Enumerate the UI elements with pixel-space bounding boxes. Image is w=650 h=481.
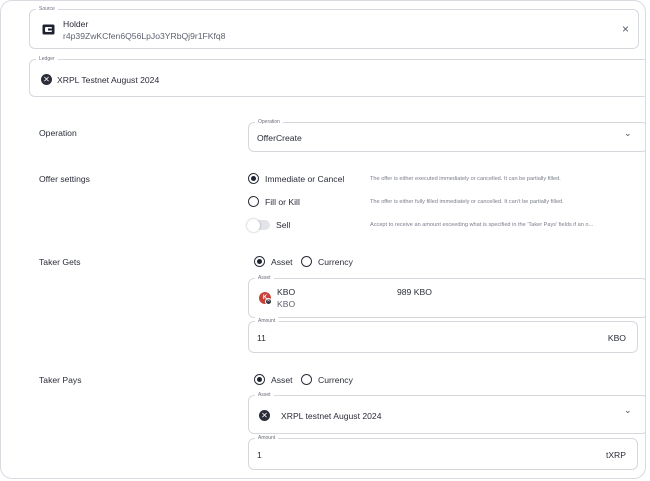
close-icon[interactable]: × (622, 22, 629, 36)
taker-pays-amount-value: 1 (257, 450, 262, 460)
wallet-icon (42, 24, 55, 35)
chevron-down-icon: ⌄ (624, 405, 632, 415)
taker-pays-amount-unit: tXRP (605, 450, 626, 460)
taker-gets-amount-legend: Amount (255, 317, 279, 325)
fill-or-kill-radio[interactable] (248, 196, 259, 207)
operation-value: OfferCreate (257, 133, 302, 143)
taker-gets-currency-label[interactable]: Currency (318, 257, 353, 267)
taker-pays-asset-legend: Asset (255, 391, 274, 399)
taker-gets-amount-input[interactable]: Amount 11 KBO (248, 317, 638, 353)
taker-gets-asset-select[interactable]: Asset K ✕ KBO KBO 989 KBO (248, 274, 645, 318)
taker-pays-asset-label[interactable]: Asset (271, 375, 293, 385)
xrpl-badge-icon: ✕ (265, 298, 272, 305)
sell-label: Sell (276, 220, 291, 230)
fill-or-kill-description: The offer is either fully filled immedia… (370, 199, 564, 205)
source-account-address: r4p39ZwKCfen6Q56LpJo3YRbQj9r1FKfq8 (63, 31, 226, 41)
ledger-field[interactable]: Ledger ✕ XRPL Testnet August 2024 (29, 55, 645, 97)
source-account-name: Holder (63, 19, 89, 29)
ledger-legend: Ledger (36, 55, 58, 63)
immediate-or-cancel-label[interactable]: Immediate or Cancel (265, 174, 344, 184)
offer-settings-label: Offer settings (39, 174, 90, 184)
taker-gets-asset-radio[interactable] (254, 256, 265, 267)
taker-gets-currency-radio[interactable] (301, 256, 312, 267)
sell-toggle[interactable] (247, 218, 270, 232)
taker-gets-amount-unit: KBO (607, 333, 626, 343)
taker-pays-asset-radio[interactable] (254, 374, 265, 385)
taker-pays-currency-radio[interactable] (301, 374, 312, 385)
taker-gets-asset-legend: Asset (255, 274, 274, 282)
operation-legend: Operation (255, 118, 283, 126)
source-field[interactable]: Source Holder r4p39ZwKCfen6Q56LpJo3YRbQj… (29, 5, 639, 49)
taker-pays-asset-select[interactable]: Asset ✕ XRPL testnet August 2024 ⌄ (248, 391, 645, 434)
immediate-or-cancel-description: The offer is either executed immediately… (370, 176, 561, 182)
chevron-down-icon: ⌄ (624, 128, 632, 138)
taker-pays-label: Taker Pays (39, 375, 82, 385)
taker-gets-asset-label[interactable]: Asset (271, 257, 293, 267)
fill-or-kill-label[interactable]: Fill or Kill (265, 197, 300, 207)
taker-gets-amount-value: 11 (257, 333, 266, 343)
taker-gets-label: Taker Gets (39, 257, 81, 267)
taker-pays-amount-input[interactable]: Amount 1 tXRP (248, 434, 638, 470)
taker-gets-asset-code: KBO (277, 287, 296, 297)
ledger-value: XRPL Testnet August 2024 (57, 75, 160, 85)
xrpl-icon: ✕ (259, 410, 270, 421)
taker-gets-asset-balance: 989 KBO (397, 287, 432, 297)
taker-pays-asset-value: XRPL testnet August 2024 (281, 411, 382, 421)
offer-create-form: Source Holder r4p39ZwKCfen6Q56LpJo3YRbQj… (0, 0, 646, 479)
taker-pays-currency-label[interactable]: Currency (318, 375, 353, 385)
operation-label: Operation (39, 128, 77, 138)
operation-select[interactable]: Operation OfferCreate ⌄ (248, 118, 645, 152)
taker-gets-asset-sub: KBO (277, 299, 296, 309)
taker-pays-amount-legend: Amount (255, 434, 279, 442)
xrpl-icon: ✕ (41, 74, 52, 85)
source-legend: Source (36, 5, 58, 13)
immediate-or-cancel-radio[interactable] (248, 173, 259, 184)
sell-description: Accept to receive an amount exceeding wh… (370, 222, 594, 228)
